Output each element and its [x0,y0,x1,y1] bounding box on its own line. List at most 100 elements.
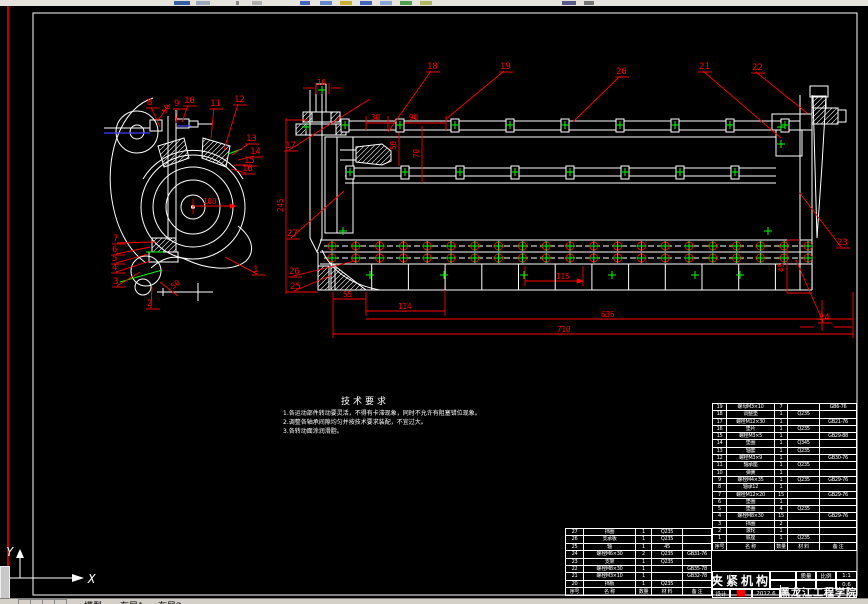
bom-cell [819,497,857,506]
bom-cell: 14 [712,439,726,447]
titleblock-drawing-name: 夹紧机构 [712,571,770,589]
bom-cell: Q235 [787,461,819,469]
bom-cell [651,564,682,573]
bom-cell: 名 称 [726,541,774,551]
bom-cell: 20 [565,579,583,588]
bom-cell [819,410,857,418]
titleblock-cell [770,571,796,580]
bom-cell [787,527,819,535]
bom-cell: 垫片 [726,424,774,433]
dimension-text: 50 [389,140,398,150]
bom-cell: 5 [712,505,726,513]
bom-cell: 18 [712,410,726,418]
callout-number: 16 [242,164,253,174]
bom-cell: 轴 [583,542,635,551]
bom-row: 17 螺栓M12×30 1 GB21-76 [712,417,857,425]
titleblock-scale-value: 1:1 [836,571,857,580]
bom-cell: 12 [712,454,726,462]
dimension-text: 90 [409,113,419,122]
bom-row: 8 轴承12 1 [712,483,857,491]
bom-cell: 螺栓M6×30 [583,550,635,558]
bom-cell [787,468,819,476]
bom-table-continuation: 27 挡圈 1 Q235 26 支承板 1 Q235 25 轴 1 45 24 螺栓M6×30 2 Q235 G… [565,528,712,597]
bom-cell: GB29-76 [819,490,857,498]
tech-req-line: 3.各转动面涂润滑脂。 [283,428,343,435]
tab-layout2[interactable]: 布局2 [158,599,182,604]
bom-cell: Q235 [651,579,682,588]
bom-cell: 1 [774,483,787,491]
callout-number: 8 [147,98,152,108]
tab-model[interactable]: 模型 [84,599,102,604]
bom-cell: Q235 [787,475,819,484]
bom-cell: 1 [774,461,787,469]
bom-row: 21 螺栓M3×10 1 GB32-78 [565,572,712,580]
bom-cell: 1 [774,446,787,455]
bom-cell: 螺栓M3×10 [583,572,635,580]
bom-cell: 2 [774,519,787,528]
bom-row: 3 挡圈 2 [712,519,857,528]
bom-cell: 22 [565,564,583,573]
bom-cell [787,432,819,440]
dimension-text: 10 [317,78,327,87]
bom-cell: 轴承12 [726,483,774,491]
bom-row: 24 螺栓M6×30 2 Q235 GB31-76 [565,550,712,558]
bom-cell: 9 [712,475,726,484]
bom-cell: GB29-76 [819,512,857,520]
bom-cell: 螺母M3×10 [726,403,774,411]
callout-number: 21 [699,62,710,72]
ucs-icon [10,549,84,582]
bom-cell: 螺栓M3×5 [726,432,774,440]
bom-header-row: 序号名 称数量材 料备 注 [712,541,857,551]
bom-cell: 名 称 [583,587,635,597]
bom-cell: 螺栓M3×9 [726,454,774,462]
bom-cell: Q235 [787,446,819,455]
bom-cell: 15 [774,512,787,520]
bom-cell: 2 [635,550,651,558]
bom-cell: GB29-76 [819,475,857,484]
bom-cell: 备 注 [682,587,712,597]
cad-application-window: 1 2 3 4 5 6 7 8 9 10 11 12 13 14 15 16 17 18 19 20 21 22 23 24 2… [0,0,868,604]
bom-cell: 1 [712,534,726,542]
bom-row: 10 弹簧 1 [712,468,857,476]
bom-cell: 1 [774,475,787,484]
callout-number: 25 [290,282,301,292]
bom-cell: 垫圈 [726,505,774,513]
tab-nav-last-button[interactable] [54,599,67,604]
bom-cell: Q235 [787,534,819,542]
bom-cell [819,519,857,528]
bom-cell [787,403,819,411]
bom-cell: 15 [712,432,726,440]
bom-cell: 26 [565,535,583,543]
bom-cell: 轴承座 [726,461,774,469]
dimension-text: 114 [398,302,412,311]
bom-row: 19 螺母M3×10 7 GB6-76 [712,403,857,411]
bom-cell: 25 [565,542,583,551]
callout-number: 1 [253,265,258,275]
bom-cell: 材 料 [787,541,819,551]
bom-cell: Q345 [787,439,819,447]
ucs-y-label: Y [6,545,14,559]
bom-cell: 1 [635,564,651,573]
bom-cell: 1 [635,528,651,536]
titleblock-school-name: 黑龙江工程学院 [780,585,857,598]
bom-cell: 19 [712,403,726,411]
bom-cell: GB6-76 [819,403,857,411]
bom-cell [682,535,712,543]
tech-req-line: 1.各运动部件转动要灵活，不得有卡滞现象，同时不允许有阻塞错位现象。 [283,410,481,417]
bom-cell [819,446,857,455]
bom-cell: GB29-88 [819,432,857,440]
scrollbar-corner[interactable] [0,566,10,599]
tab-layout1[interactable]: 布局1 [120,599,144,604]
callout-number: 7 [113,234,118,244]
bom-cell: 螺栓M8×30 [726,512,774,520]
bom-cell: 1 [774,424,787,433]
dimension-text: 30 [371,113,381,122]
layout-tab-bar[interactable]: 模型 布局1 布局2 [0,598,868,604]
bom-cell: GB21-76 [819,417,857,425]
bom-cell: 8 [712,483,726,491]
bom-cell: 1 [774,527,787,535]
tech-req-title: 技术要求 [341,397,390,407]
bom-cell: 1 [774,410,787,418]
bom-cell [682,557,712,565]
callout-number: 4 [112,263,117,273]
